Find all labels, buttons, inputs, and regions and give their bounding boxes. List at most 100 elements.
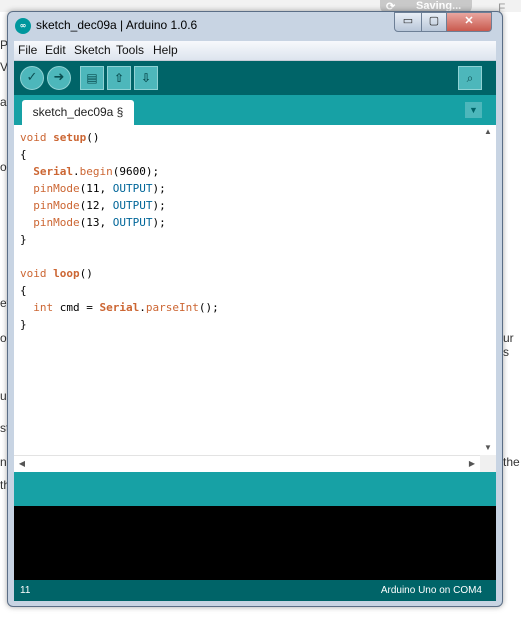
message-area bbox=[14, 472, 496, 506]
magnifier-icon: ⌕ bbox=[466, 71, 474, 85]
arrow-right-icon: ➜ bbox=[53, 70, 65, 85]
code-line[interactable]: int cmd = Serial.parseInt(); bbox=[20, 299, 219, 316]
arrow-up-icon: ⇧ bbox=[113, 71, 125, 85]
menu-file[interactable]: File bbox=[18, 43, 37, 57]
code-line[interactable]: pinMode(11, OUTPUT); bbox=[20, 180, 219, 197]
scrollbar-corner bbox=[480, 455, 496, 472]
code-token: OUTPUT bbox=[112, 199, 153, 212]
window-client-area: File Edit Sketch Tools Help ✓ ➜ ▤ ⇧ ⇩ ⌕ bbox=[14, 41, 496, 601]
code-token: (9600); bbox=[112, 165, 160, 178]
code-token: (11, bbox=[79, 182, 113, 195]
arduino-ide-window: ∞ sketch_dec09a | Arduino 1.0.6 ▭ ▢ ✕ Fi… bbox=[7, 11, 503, 607]
code-token: (12, bbox=[79, 199, 113, 212]
code-token: (); bbox=[198, 301, 219, 314]
menu-tools[interactable]: Tools bbox=[116, 43, 144, 57]
scroll-up-arrow-icon[interactable]: ▲ bbox=[480, 125, 496, 139]
background-fragment: u bbox=[0, 389, 7, 403]
code-token: Serial bbox=[99, 301, 140, 314]
code-token: loop bbox=[53, 267, 80, 280]
upload-button[interactable]: ➜ bbox=[47, 66, 71, 90]
code-line[interactable]: void loop() bbox=[20, 265, 219, 282]
code-line[interactable]: Serial.begin(9600); bbox=[20, 163, 219, 180]
code-line[interactable]: { bbox=[20, 146, 219, 163]
code-token: pinMode bbox=[33, 182, 80, 195]
code-token: pinMode bbox=[33, 216, 80, 229]
tab-bar: sketch_dec09a § ▼ bbox=[14, 95, 496, 125]
code-line[interactable]: pinMode(12, OUTPUT); bbox=[20, 197, 219, 214]
title-bar[interactable]: ∞ sketch_dec09a | Arduino 1.0.6 ▭ ▢ ✕ bbox=[8, 12, 502, 40]
code-text[interactable]: void setup(){ Serial.begin(9600); pinMod… bbox=[20, 129, 219, 333]
background-fragment: the bbox=[503, 455, 520, 469]
scroll-right-arrow-icon[interactable]: ▶ bbox=[464, 457, 480, 471]
board-port-label: Arduino Uno on COM4 bbox=[380, 585, 482, 596]
triangle-down-icon: ▼ bbox=[469, 105, 478, 115]
code-token: () bbox=[79, 267, 93, 280]
code-token: cmd = bbox=[53, 301, 100, 314]
code-token: ); bbox=[152, 216, 166, 229]
code-token: (13, bbox=[79, 216, 113, 229]
code-line[interactable]: { bbox=[20, 282, 219, 299]
maximize-button[interactable]: ▢ bbox=[421, 12, 447, 32]
vertical-scrollbar[interactable]: ▲ ▼ bbox=[480, 125, 496, 455]
code-token: OUTPUT bbox=[112, 182, 153, 195]
code-token: { bbox=[20, 284, 27, 297]
code-token: } bbox=[20, 233, 27, 246]
line-number: 11 bbox=[20, 585, 31, 596]
close-button[interactable]: ✕ bbox=[446, 12, 492, 32]
code-token: ); bbox=[152, 199, 166, 212]
code-token: { bbox=[20, 148, 27, 161]
checkmark-icon: ✓ bbox=[26, 70, 38, 85]
save-sketch-button[interactable]: ⇩ bbox=[134, 66, 158, 90]
tab-sketch-dec09a[interactable]: sketch_dec09a § bbox=[22, 100, 134, 125]
code-token: begin bbox=[79, 165, 113, 178]
background-fragment: ur s bbox=[503, 331, 514, 359]
code-token: void bbox=[20, 131, 54, 144]
code-token: } bbox=[20, 318, 27, 331]
status-bar: 11 Arduino Uno on COM4 bbox=[14, 580, 496, 601]
code-token: int bbox=[33, 301, 54, 314]
code-line[interactable] bbox=[20, 248, 219, 265]
code-token: OUTPUT bbox=[112, 216, 153, 229]
scroll-down-arrow-icon[interactable]: ▼ bbox=[480, 441, 496, 455]
open-sketch-button[interactable]: ⇧ bbox=[107, 66, 131, 90]
code-token: . bbox=[139, 301, 146, 314]
code-line[interactable]: } bbox=[20, 231, 219, 248]
background-fragment: n bbox=[0, 455, 7, 469]
code-token: . bbox=[73, 165, 80, 178]
menu-help[interactable]: Help bbox=[153, 43, 178, 57]
scroll-left-arrow-icon[interactable]: ◀ bbox=[14, 457, 30, 471]
code-line[interactable]: } bbox=[20, 316, 219, 333]
code-line[interactable]: void setup() bbox=[20, 129, 219, 146]
code-token: void bbox=[20, 267, 54, 280]
code-token: pinMode bbox=[33, 199, 80, 212]
menu-sketch[interactable]: Sketch bbox=[74, 43, 111, 57]
menu-edit[interactable]: Edit bbox=[45, 43, 66, 57]
new-file-icon: ▤ bbox=[86, 71, 98, 85]
code-token: parseInt bbox=[145, 301, 199, 314]
code-token: setup bbox=[53, 131, 87, 144]
toolbar: ✓ ➜ ▤ ⇧ ⇩ ⌕ bbox=[14, 61, 496, 95]
code-token: () bbox=[86, 131, 100, 144]
horizontal-scrollbar[interactable]: ◀ ▶ bbox=[14, 455, 480, 472]
window-title: sketch_dec09a | Arduino 1.0.6 bbox=[36, 18, 198, 32]
arrow-down-icon: ⇩ bbox=[140, 71, 152, 85]
tab-menu-button[interactable]: ▼ bbox=[465, 102, 482, 118]
arduino-logo-icon: ∞ bbox=[15, 18, 31, 34]
code-token: Serial bbox=[33, 165, 73, 178]
console-output[interactable] bbox=[14, 506, 496, 580]
background-fragment: a bbox=[0, 95, 7, 109]
code-token: ); bbox=[152, 182, 166, 195]
new-sketch-button[interactable]: ▤ bbox=[80, 66, 104, 90]
background-fragment: o bbox=[0, 331, 7, 345]
serial-monitor-button[interactable]: ⌕ bbox=[458, 66, 482, 90]
minimize-button[interactable]: ▭ bbox=[394, 12, 422, 32]
code-editor[interactable]: void setup(){ Serial.begin(9600); pinMod… bbox=[14, 125, 496, 472]
code-line[interactable]: pinMode(13, OUTPUT); bbox=[20, 214, 219, 231]
verify-button[interactable]: ✓ bbox=[20, 66, 44, 90]
menu-bar: File Edit Sketch Tools Help bbox=[14, 41, 496, 61]
